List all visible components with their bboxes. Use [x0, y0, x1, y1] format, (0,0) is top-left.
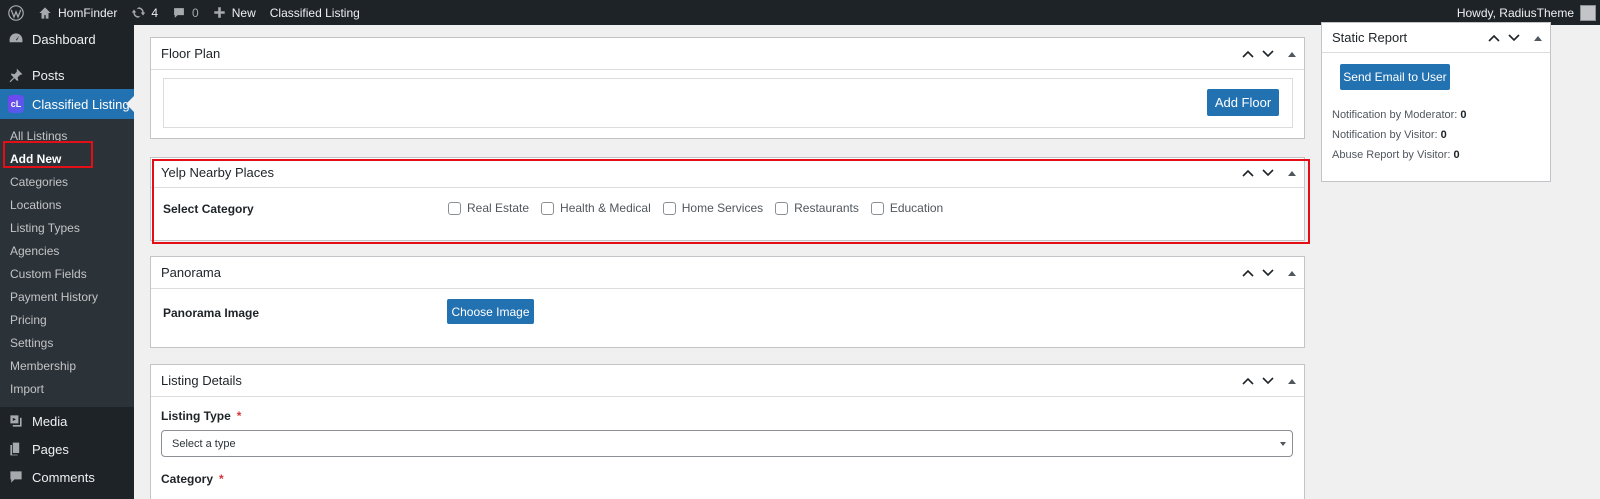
floor-plan-inner: [163, 78, 1293, 128]
comment-icon: [174, 7, 184, 18]
home-icon: [39, 6, 51, 19]
static-report-title: Static Report: [1332, 30, 1408, 45]
move-down-icon[interactable]: [1508, 34, 1520, 42]
submenu-settings[interactable]: Settings: [0, 332, 134, 355]
listing-type-select[interactable]: Select a type: [161, 430, 1293, 457]
listing-details-header[interactable]: Listing Details: [151, 365, 1304, 397]
menu-pages-label: Pages: [32, 441, 69, 457]
menu-comments[interactable]: Comments: [0, 463, 134, 491]
submenu-import[interactable]: Import: [0, 378, 134, 401]
category-label: Category *: [161, 472, 224, 486]
menu-classified-listing-label: Classified Listing: [32, 96, 130, 112]
menu-media-label: Media: [32, 413, 68, 429]
wordpress-logo-icon[interactable]: [0, 0, 31, 25]
floor-plan-header[interactable]: Floor Plan: [151, 38, 1304, 70]
move-up-icon[interactable]: [1242, 269, 1254, 277]
collapse-toggle-icon[interactable]: [1534, 35, 1542, 41]
submenu-membership[interactable]: Membership: [0, 355, 134, 378]
classified-label: Classified Listing: [269, 5, 360, 20]
collapse-toggle-icon[interactable]: [1288, 51, 1296, 57]
menu-comments-label: Comments: [32, 469, 95, 485]
menu-posts-label: Posts: [32, 67, 65, 83]
updates-count: 4: [151, 5, 159, 20]
highlight-yelp-box: [152, 159, 1310, 244]
menu-dashboard-label: Dashboard: [32, 31, 96, 47]
comments-icon: [8, 469, 24, 485]
avatar: [1580, 4, 1596, 21]
menu-dashboard[interactable]: Dashboard: [0, 25, 134, 53]
submenu-locations[interactable]: Locations: [0, 194, 134, 217]
pages-icon: [8, 441, 24, 457]
move-up-icon[interactable]: [1242, 377, 1254, 385]
menu-pages[interactable]: Pages: [0, 435, 134, 463]
panorama-image-label: Panorama Image: [163, 306, 260, 320]
site-name: HomFinder: [58, 5, 118, 20]
classified-listing-link[interactable]: Classified Listing: [263, 0, 367, 25]
new-content-link[interactable]: New: [206, 0, 263, 25]
refresh-icon: [132, 7, 146, 18]
classified-listing-icon: cL: [8, 95, 24, 113]
submenu-listing-types[interactable]: Listing Types: [0, 217, 134, 240]
submenu-pricing[interactable]: Pricing: [0, 309, 134, 332]
highlight-add-new: [3, 141, 93, 168]
move-down-icon[interactable]: [1262, 50, 1274, 58]
panorama-title: Panorama: [161, 265, 221, 280]
pushpin-icon: [8, 67, 24, 83]
howdy-text: Howdy, RadiusTheme: [1456, 5, 1574, 20]
move-up-icon[interactable]: [1242, 50, 1254, 58]
send-email-button[interactable]: Send Email to User: [1340, 64, 1450, 90]
choose-image-button[interactable]: Choose Image: [447, 299, 534, 324]
add-floor-button[interactable]: Add Floor: [1207, 89, 1279, 116]
menu-media[interactable]: Media: [0, 407, 134, 435]
comments-count: 0: [192, 5, 199, 20]
submenu-custom-fields[interactable]: Custom Fields: [0, 263, 134, 286]
move-down-icon[interactable]: [1262, 377, 1274, 385]
listing-type-label: Listing Type *: [161, 409, 242, 423]
comments-link[interactable]: 0: [165, 0, 206, 25]
plus-icon: [214, 7, 225, 18]
static-report-header[interactable]: Static Report: [1322, 23, 1550, 53]
collapse-toggle-icon[interactable]: [1288, 270, 1296, 276]
updates-link[interactable]: 4: [124, 0, 165, 25]
menu-posts[interactable]: Posts: [0, 61, 134, 89]
collapse-toggle-icon[interactable]: [1288, 378, 1296, 384]
floor-plan-title: Floor Plan: [161, 46, 221, 61]
report-moderator: Notification by Moderator: 0: [1332, 109, 1467, 121]
report-visitor: Notification by Visitor: 0: [1332, 129, 1447, 141]
dashboard-icon: [8, 31, 24, 47]
submenu-payment-history[interactable]: Payment History: [0, 286, 134, 309]
report-abuse: Abuse Report by Visitor: 0: [1332, 149, 1460, 161]
panorama-box: Panorama: [150, 256, 1305, 348]
new-label: New: [231, 5, 256, 20]
submenu-categories[interactable]: Categories: [0, 171, 134, 194]
chevron-down-icon: [1280, 442, 1286, 446]
submenu-agencies[interactable]: Agencies: [0, 240, 134, 263]
move-up-icon[interactable]: [1488, 34, 1500, 42]
admin-sidebar: Dashboard Posts cL Classified Listing Al…: [0, 25, 134, 499]
move-down-icon[interactable]: [1262, 269, 1274, 277]
menu-classified-listing[interactable]: cL Classified Listing: [0, 89, 134, 119]
listing-details-title: Listing Details: [161, 373, 242, 388]
panorama-header[interactable]: Panorama: [151, 257, 1304, 289]
media-icon: [8, 413, 24, 429]
floor-plan-box: Floor Plan: [150, 37, 1305, 139]
listing-type-placeholder: Select a type: [172, 437, 236, 450]
site-name-link[interactable]: HomFinder: [31, 0, 124, 25]
